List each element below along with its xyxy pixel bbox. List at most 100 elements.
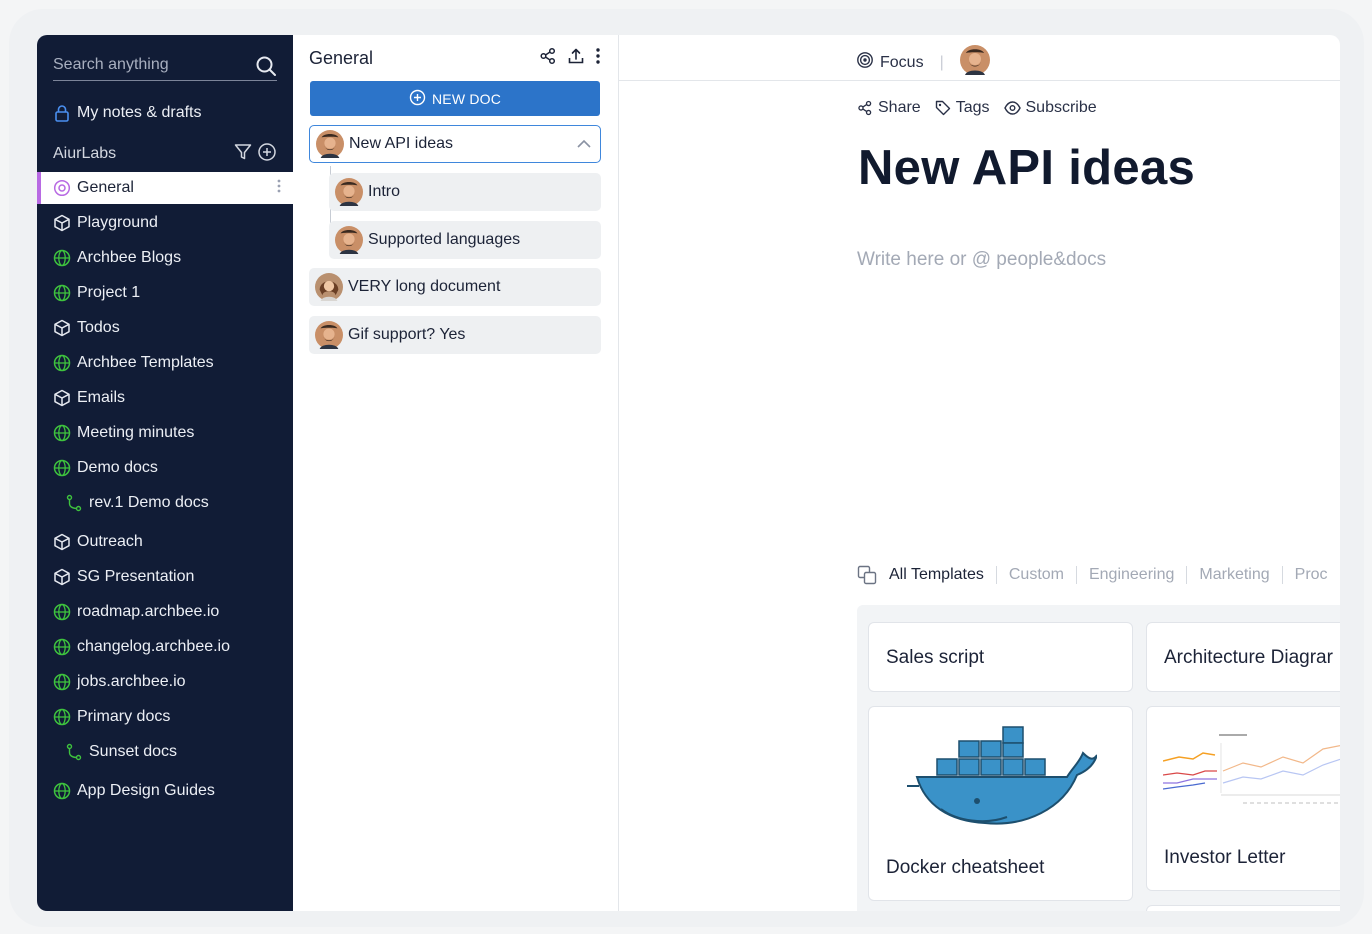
avatar bbox=[335, 178, 363, 206]
share-space-icon[interactable] bbox=[539, 47, 557, 70]
app-window: My notes & drafts AiurLabs General Playgr… bbox=[37, 35, 1340, 911]
sidebar-item[interactable]: Archbee Blogs bbox=[37, 242, 293, 274]
sidebar-item[interactable]: roadmap.archbee.io bbox=[37, 596, 293, 628]
template-tabs: All Templates Custom Engineering Marketi… bbox=[857, 565, 1340, 585]
doc-tree-panel: General NEW DOC New API ideasIntroSupp bbox=[293, 35, 619, 911]
globe-icon bbox=[53, 354, 71, 372]
doc-item-label: VERY long document bbox=[348, 278, 501, 295]
doc-item[interactable]: VERY long document bbox=[309, 268, 601, 306]
sidebar-item-label: Meeting minutes bbox=[77, 424, 195, 441]
sidebar-item[interactable]: Primary docs bbox=[37, 701, 293, 733]
tab-engineering[interactable]: Engineering bbox=[1075, 566, 1186, 584]
sidebar-item-label: Playground bbox=[77, 214, 158, 231]
sidebar-item-label: Outreach bbox=[77, 533, 143, 550]
tags-label: Tags bbox=[955, 99, 990, 116]
avatar bbox=[335, 226, 363, 254]
doc-actions: Share Tags Subscribe bbox=[857, 99, 1097, 117]
subscribe-label: Subscribe bbox=[1025, 99, 1097, 116]
sidebar-item[interactable]: Todos bbox=[37, 312, 293, 344]
sidebar-item-label: rev.1 Demo docs bbox=[89, 494, 209, 511]
tags-action[interactable]: Tags bbox=[935, 99, 990, 117]
sidebar-item[interactable]: General bbox=[37, 172, 293, 204]
search-input[interactable] bbox=[53, 55, 243, 74]
sidebar-item[interactable]: Archbee Templates bbox=[37, 347, 293, 379]
globe-icon bbox=[53, 638, 71, 656]
sidebar-item[interactable]: Emails bbox=[37, 382, 293, 414]
sidebar-item-label: SG Presentation bbox=[77, 568, 195, 585]
template-card[interactable] bbox=[1146, 905, 1340, 911]
doc-item[interactable]: New API ideas bbox=[309, 125, 601, 163]
cube-icon bbox=[53, 389, 71, 407]
doc-item-label: Supported languages bbox=[368, 231, 521, 248]
tab-all-templates[interactable]: All Templates bbox=[883, 566, 996, 584]
focus-label[interactable]: Focus bbox=[880, 54, 924, 72]
author-avatar[interactable] bbox=[959, 45, 990, 80]
sidebar-item[interactable]: Sunset docs bbox=[37, 736, 293, 768]
cube-icon bbox=[53, 533, 71, 551]
editor: Focus | Share Tags Subscribe New API ide… bbox=[619, 35, 1340, 911]
lock-icon bbox=[53, 104, 71, 122]
sidebar-item-label: Emails bbox=[77, 389, 126, 406]
sidebar-item[interactable]: Outreach bbox=[37, 526, 293, 558]
team-name: AiurLabs bbox=[53, 145, 117, 162]
globe-icon bbox=[53, 782, 71, 800]
search-icon[interactable] bbox=[255, 55, 277, 82]
my-notes-label: My notes & drafts bbox=[77, 104, 202, 121]
template-card[interactable]: Architecture Diagrar bbox=[1146, 622, 1340, 692]
template-gallery: Sales script Architecture Diagrar Docker… bbox=[857, 605, 1340, 911]
add-space-icon[interactable] bbox=[257, 142, 277, 167]
template-card[interactable]: Investor Letter bbox=[1146, 706, 1340, 891]
template-card[interactable]: Docker cheatsheet bbox=[868, 706, 1133, 901]
cube-icon bbox=[53, 214, 71, 232]
branch-icon bbox=[65, 494, 83, 512]
branch-icon bbox=[65, 743, 83, 761]
new-doc-button[interactable]: NEW DOC bbox=[310, 81, 600, 116]
cube-icon bbox=[53, 568, 71, 586]
more-vertical-icon[interactable] bbox=[277, 178, 281, 199]
chevron-up-icon[interactable] bbox=[576, 137, 592, 151]
focus-icon[interactable] bbox=[856, 51, 874, 74]
sidebar-item-label: roadmap.archbee.io bbox=[77, 603, 220, 620]
search-box[interactable] bbox=[53, 49, 277, 81]
tab-custom[interactable]: Custom bbox=[995, 566, 1076, 584]
sidebar-item[interactable]: Project 1 bbox=[37, 277, 293, 309]
sidebar-item-label: Archbee Blogs bbox=[77, 249, 182, 266]
globe-icon bbox=[53, 673, 71, 691]
sidebar: My notes & drafts AiurLabs General Playgr… bbox=[37, 35, 293, 911]
sidebar-item[interactable]: App Design Guides bbox=[37, 775, 293, 807]
more-vertical-icon[interactable] bbox=[595, 47, 601, 70]
globe-icon bbox=[53, 603, 71, 621]
upload-icon[interactable] bbox=[567, 47, 585, 70]
sidebar-item[interactable]: Meeting minutes bbox=[37, 417, 293, 449]
sidebar-item-label: Demo docs bbox=[77, 459, 158, 476]
tab-marketing[interactable]: Marketing bbox=[1186, 566, 1281, 584]
team-header: AiurLabs bbox=[53, 141, 277, 167]
sidebar-item[interactable]: SG Presentation bbox=[37, 561, 293, 593]
docker-logo bbox=[907, 725, 1098, 841]
focus-area: Focus | bbox=[856, 45, 990, 80]
plus-circle-icon bbox=[409, 89, 426, 109]
template-title: Investor Letter bbox=[1164, 847, 1286, 868]
doc-title[interactable]: New API ideas bbox=[858, 140, 1195, 196]
tab-product[interactable]: Proc bbox=[1281, 566, 1340, 584]
sidebar-item[interactable]: changelog.archbee.io bbox=[37, 631, 293, 663]
space-title: General bbox=[309, 47, 374, 68]
sidebar-item[interactable]: Demo docs bbox=[37, 452, 293, 484]
sidebar-item[interactable]: jobs.archbee.io bbox=[37, 666, 293, 698]
doc-item[interactable]: Gif support? Yes bbox=[309, 316, 601, 354]
my-notes-item[interactable]: My notes & drafts bbox=[37, 97, 293, 129]
doc-item[interactable]: Intro bbox=[329, 173, 601, 211]
template-card[interactable]: Sales script bbox=[868, 622, 1133, 692]
filter-icon[interactable] bbox=[233, 142, 253, 167]
doc-item[interactable]: Supported languages bbox=[329, 221, 601, 259]
subscribe-action[interactable]: Subscribe bbox=[1003, 99, 1097, 117]
sidebar-item[interactable]: Playground bbox=[37, 207, 293, 239]
sidebar-item-label: Primary docs bbox=[77, 708, 171, 725]
sidebar-item-label: Todos bbox=[77, 319, 120, 336]
sidebar-item[interactable]: rev.1 Demo docs bbox=[37, 487, 293, 519]
sidebar-item-label: App Design Guides bbox=[77, 782, 215, 799]
editor-placeholder[interactable]: Write here or @ people&docs bbox=[857, 249, 1106, 271]
share-action[interactable]: Share bbox=[857, 99, 921, 117]
target-icon bbox=[53, 179, 71, 197]
share-label: Share bbox=[878, 99, 921, 116]
